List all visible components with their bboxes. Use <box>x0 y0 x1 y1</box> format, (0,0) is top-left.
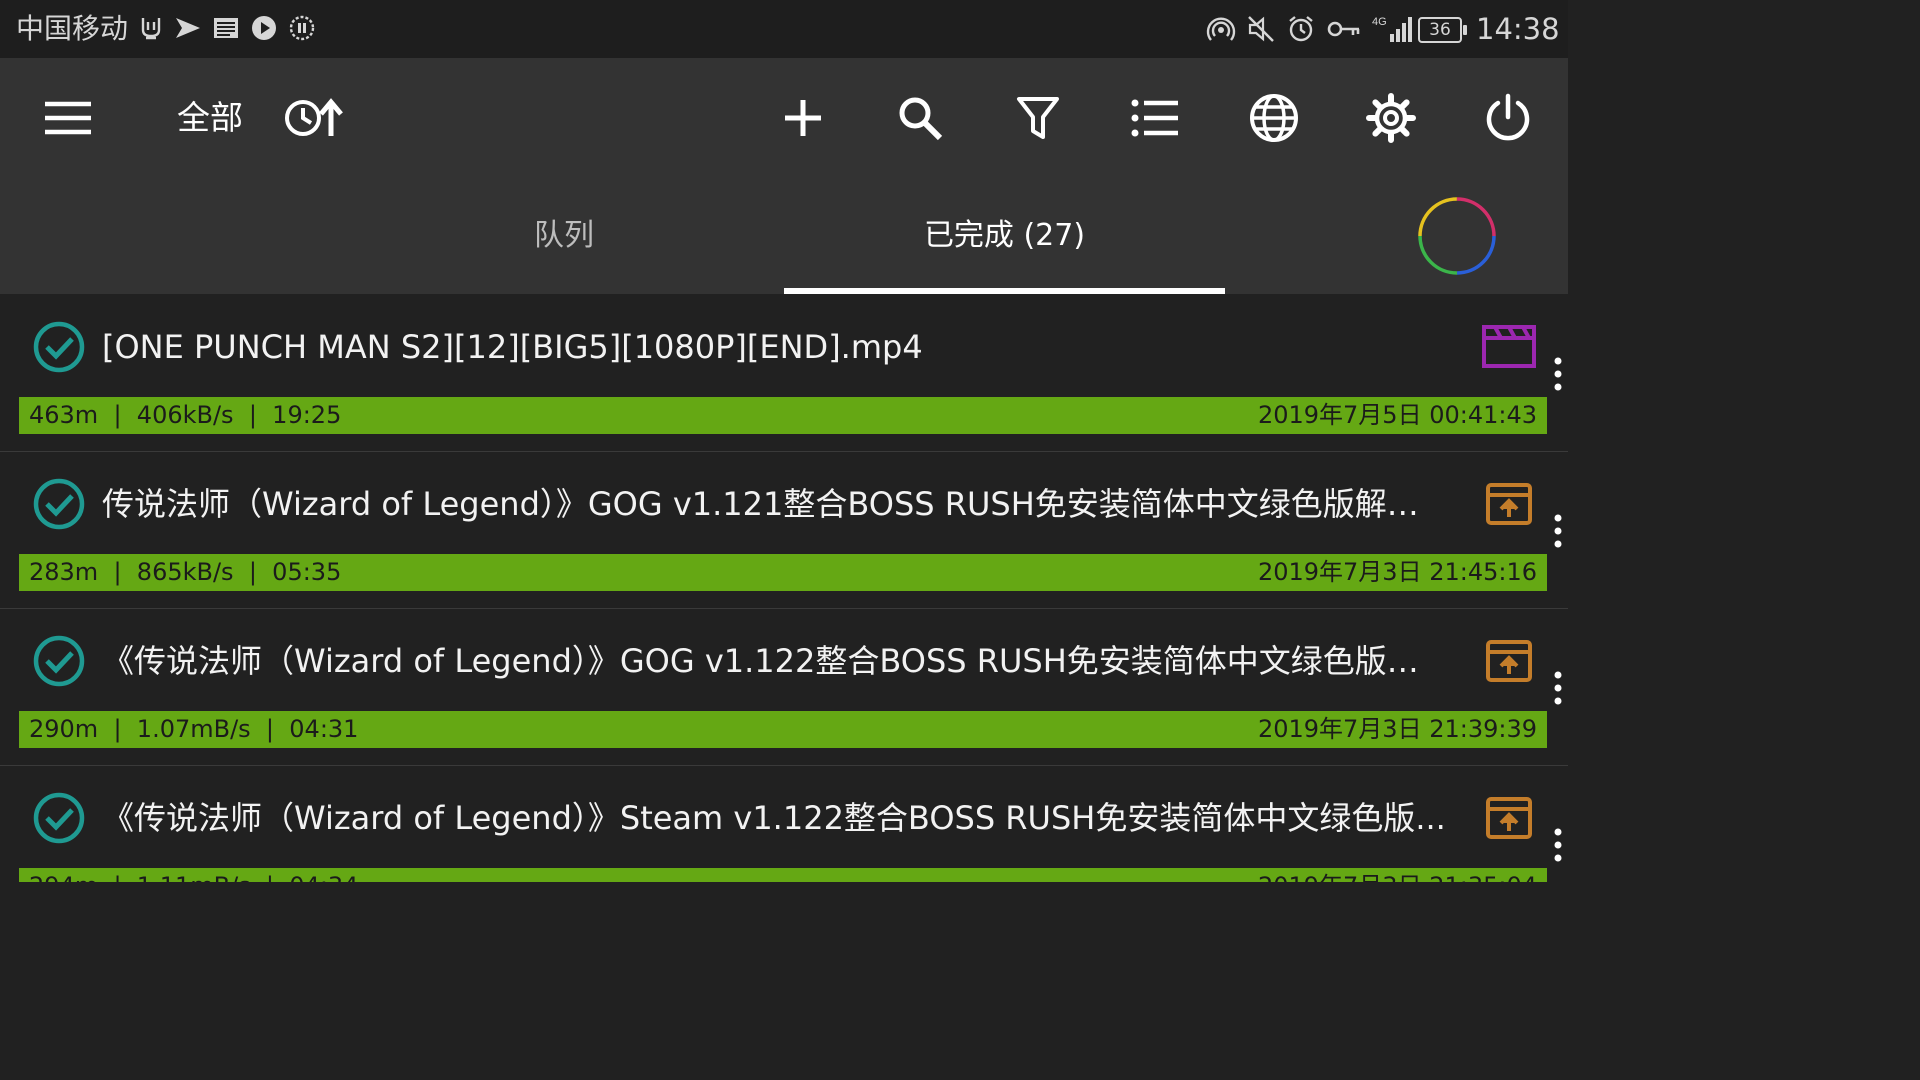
filter-icon <box>1017 97 1059 139</box>
settings-button[interactable] <box>1359 86 1423 150</box>
completed-date: 2019年7月3日 21:45:16 <box>1257 558 1537 586</box>
app-toolbar: 全部 队列 已完成 (27) <box>0 58 1568 294</box>
completed-check-icon <box>33 478 85 530</box>
file-name: [ONE PUNCH MAN S2][12][BIG5][1080P][END]… <box>102 328 923 366</box>
download-info-bar: 463m | 406kB/s | 19:25 2019年7月5日 00:41:4… <box>19 397 1547 434</box>
download-stats: 294m | 1.11mB/s | 04:34 <box>29 868 358 882</box>
download-speed: 1.07mB/s <box>136 715 251 743</box>
mute-icon <box>1248 16 1274 42</box>
tab-queue[interactable]: 队列 <box>344 216 784 276</box>
completed-check-icon <box>33 321 85 373</box>
history-sort-button[interactable] <box>282 86 346 150</box>
list-view-button[interactable] <box>1123 86 1187 150</box>
menu-icon <box>45 101 91 135</box>
file-size: 290m <box>29 715 99 743</box>
completed-date: 2019年7月3日 21:39:39 <box>1257 715 1537 743</box>
search-icon <box>899 97 943 141</box>
download-duration: 04:31 <box>289 715 359 743</box>
video-file-icon <box>1482 325 1536 368</box>
file-name: 传说法师（Wizard of Legend）》GOG v1.121整合BOSS … <box>102 485 1447 523</box>
download-stats: 290m | 1.07mB/s | 04:31 <box>29 715 359 743</box>
archive-file-icon <box>1486 797 1532 839</box>
more-options-icon[interactable] <box>1549 671 1567 705</box>
alarm-icon <box>1289 16 1313 42</box>
key-icon <box>1327 21 1360 37</box>
search-button[interactable] <box>888 86 952 150</box>
filter-button[interactable] <box>1006 86 1070 150</box>
loading-spinner-icon <box>1418 197 1496 275</box>
carrier-label: 中国移动 <box>16 12 129 45</box>
send-icon <box>176 18 200 38</box>
download-info-bar: 294m | 1.11mB/s | 04:34 2019年7月3日 21:35:… <box>19 868 1547 882</box>
completed-check-icon <box>33 792 85 844</box>
record-icon <box>289 15 315 41</box>
download-stats: 463m | 406kB/s | 19:25 <box>29 401 342 429</box>
download-duration: 19:25 <box>272 401 342 429</box>
file-size: 463m <box>29 401 99 429</box>
completed-download-list: [ONE PUNCH MAN S2][12][BIG5][1080P][END]… <box>0 294 1568 882</box>
completed-date: 2019年7月3日 21:35:04 <box>1258 868 1537 882</box>
file-size: 283m <box>29 558 99 586</box>
archive-file-icon <box>1486 483 1532 525</box>
status-bar: 中国移动 4G 36 14:38 <box>0 0 1568 58</box>
list-item[interactable]: 《传说法师（Wizard of Legend）》Steam v1.122整合BO… <box>0 765 1568 882</box>
list-item[interactable]: 传说法师（Wizard of Legend）》GOG v1.121整合BOSS … <box>0 451 1568 609</box>
menu-button[interactable] <box>36 86 100 150</box>
status-icons-left <box>138 14 316 42</box>
more-options-icon[interactable] <box>1549 514 1567 548</box>
download-speed: 1.11mB/s <box>137 872 251 882</box>
hotspot-icon <box>1206 17 1236 41</box>
clock: 14:38 <box>1476 12 1560 46</box>
power-button[interactable] <box>1476 86 1540 150</box>
power-icon <box>1486 93 1530 141</box>
play-icon <box>252 16 276 40</box>
signal-4g-icon: 4G <box>1372 16 1412 42</box>
battery-indicator: 36 <box>1418 17 1467 43</box>
settings-icon <box>1366 93 1416 143</box>
more-options-icon[interactable] <box>1549 357 1567 391</box>
download-duration: 04:34 <box>289 872 358 882</box>
download-stats: 283m | 865kB/s | 05:35 <box>29 558 342 586</box>
download-speed: 406kB/s <box>136 401 234 429</box>
completed-check-icon <box>33 635 85 687</box>
notes-icon <box>214 18 238 38</box>
tab-completed[interactable]: 已完成 (27) <box>784 216 1225 276</box>
download-speed: 865kB/s <box>136 558 234 586</box>
globe-icon <box>1250 94 1298 142</box>
svg-text:4G: 4G <box>1372 16 1387 28</box>
completed-date: 2019年7月5日 00:41:43 <box>1257 401 1537 429</box>
browser-button[interactable] <box>1242 86 1306 150</box>
usb-debug-icon <box>141 18 161 40</box>
download-info-bar: 290m | 1.07mB/s | 04:31 2019年7月3日 21:39:… <box>19 711 1547 748</box>
list-icon <box>1131 99 1178 137</box>
archive-file-icon <box>1486 640 1532 682</box>
file-name: 《传说法师（Wizard of Legend）》Steam v1.122整合BO… <box>102 799 1446 837</box>
list-item[interactable]: 《传说法师（Wizard of Legend）》GOG v1.122整合BOSS… <box>0 608 1568 766</box>
add-icon <box>785 100 821 136</box>
download-info-bar: 283m | 865kB/s | 05:35 2019年7月3日 21:45:1… <box>19 554 1547 591</box>
filter-all-label[interactable]: 全部 <box>177 98 243 138</box>
history-sort-icon <box>285 98 343 136</box>
download-duration: 05:35 <box>272 558 342 586</box>
more-options-icon[interactable] <box>1549 828 1567 862</box>
status-icons-right: 4G <box>1206 14 1418 44</box>
list-item[interactable]: [ONE PUNCH MAN S2][12][BIG5][1080P][END]… <box>0 294 1568 452</box>
add-button[interactable] <box>771 86 835 150</box>
file-name: 《传说法师（Wizard of Legend）》GOG v1.122整合BOSS… <box>102 642 1447 680</box>
file-size: 294m <box>29 872 98 882</box>
